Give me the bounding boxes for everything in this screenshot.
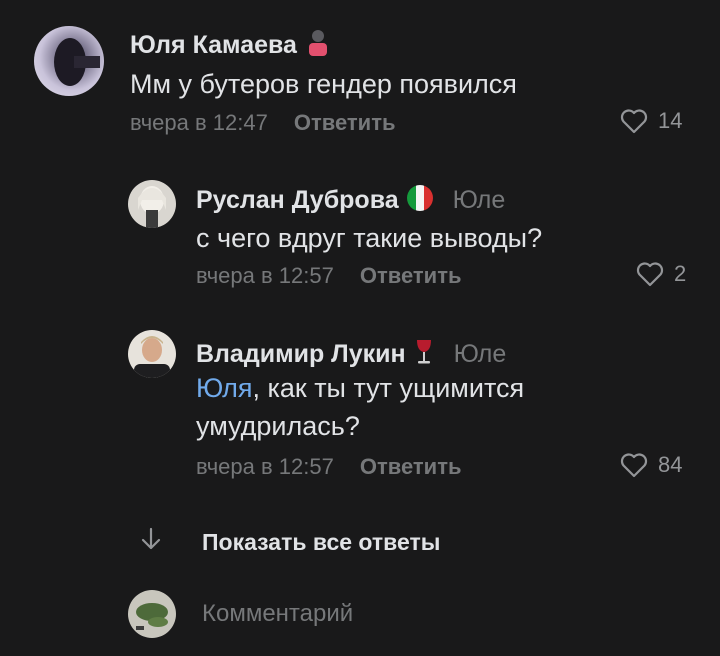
- comment-text: Мм у бутеров гендер появился: [130, 69, 517, 99]
- comment-text: с чего вдруг такие выводы?: [196, 223, 543, 253]
- comment-input[interactable]: Комментарий: [202, 600, 353, 628]
- show-all-label: Показать все ответы: [202, 529, 441, 555]
- italy-flag-icon: [405, 183, 435, 218]
- author-name[interactable]: Руслан Дуброва: [196, 186, 399, 215]
- woman-icon: [303, 28, 333, 63]
- avatar[interactable]: [34, 26, 104, 96]
- comment-time: вчера в 12:47: [130, 110, 268, 135]
- comment-text-line: , как ты тут ущимится: [252, 373, 525, 403]
- reply-to-name[interactable]: Юле: [453, 186, 506, 215]
- avatar[interactable]: [128, 330, 176, 378]
- author-name[interactable]: Владимир Лукин: [196, 340, 406, 369]
- like-count: 14: [658, 108, 683, 133]
- reply-button[interactable]: Ответить: [360, 454, 462, 480]
- like-count: 2: [674, 261, 687, 286]
- reply-button[interactable]: Ответить: [294, 110, 396, 136]
- heart-icon: [636, 262, 664, 287]
- reply-to-name[interactable]: Юле: [454, 340, 507, 369]
- comment-text: Юля, как ты тут ущимится умудрилась?: [196, 369, 524, 445]
- comment-composer[interactable]: Комментарий: [128, 590, 353, 638]
- like-button[interactable]: 2: [636, 261, 686, 287]
- comment-time: вчера в 12:57: [196, 454, 334, 479]
- arrow-down-icon: [140, 526, 170, 559]
- heart-icon: [620, 109, 648, 134]
- heart-icon: [620, 453, 648, 478]
- comment-text-line: умудрилась?: [196, 411, 360, 441]
- like-count: 84: [658, 452, 683, 477]
- mention-link[interactable]: Юля: [196, 373, 252, 403]
- author-name[interactable]: Юля Камаева: [130, 31, 297, 60]
- reply-button[interactable]: Ответить: [360, 263, 462, 289]
- show-all-replies-button[interactable]: Показать все ответы: [140, 526, 440, 559]
- like-button[interactable]: 84: [620, 452, 682, 478]
- avatar[interactable]: [128, 180, 176, 228]
- comment-time: вчера в 12:57: [196, 263, 334, 288]
- like-button[interactable]: 14: [620, 108, 682, 134]
- avatar: [128, 590, 176, 638]
- wine-glass-icon: [412, 337, 436, 372]
